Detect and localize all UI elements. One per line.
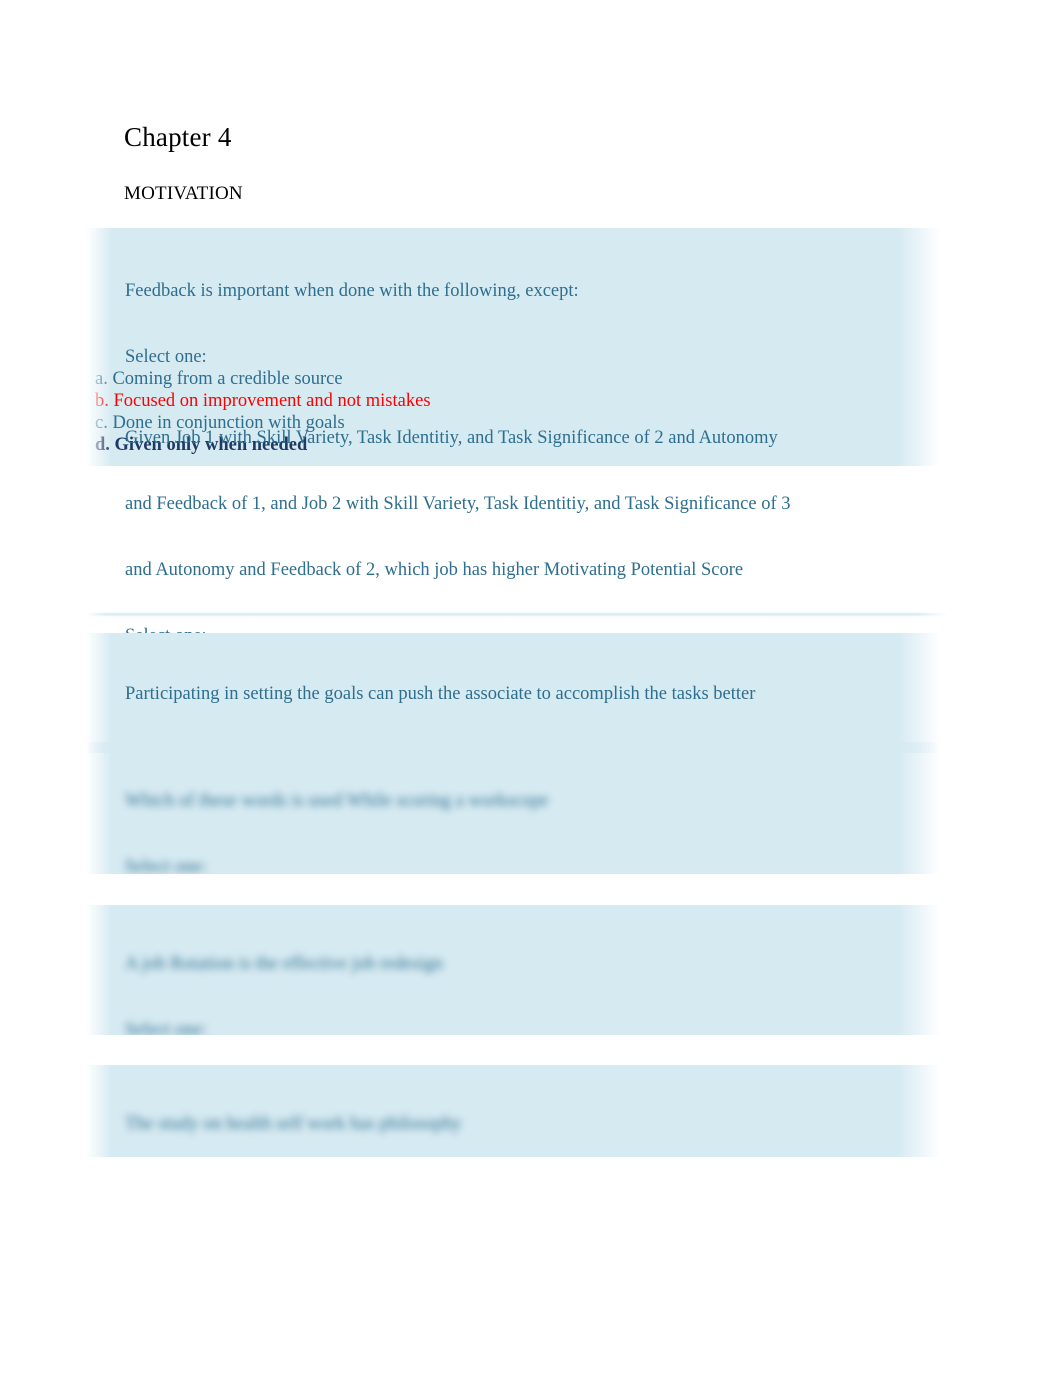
question-block-5: A job Rotation is the effective job rede…	[86, 905, 940, 1128]
question-stem-3: Participating in setting the goals can p…	[86, 639, 940, 749]
options-list-6: a. True b. False	[86, 1201, 940, 1245]
question-stem-line: Feedback is important when done with the…	[125, 281, 579, 301]
question-stem-line: A job Rotation is the effective job rede…	[125, 954, 443, 974]
question-stem-line: Which of these words is used While scori…	[125, 791, 549, 811]
question-stem-4: Which of these words is used While scori…	[86, 746, 940, 856]
select-one-label-6: Select one:	[125, 1180, 207, 1200]
question-stem-1: Feedback is important when done with the…	[86, 236, 940, 346]
question-stem-line: The study on health self work has philos…	[125, 1114, 462, 1134]
question-block-2: Given Job 1 with Skill Variety, Task Ide…	[86, 383, 940, 647]
question-block-4: Which of these words is used While scori…	[86, 742, 940, 965]
question-block-3: Participating in setting the goals can p…	[86, 633, 940, 814]
select-one-label-1: Select one:	[125, 347, 207, 367]
option-a[interactable]: a. Job Design	[95, 1041, 940, 1063]
page-subtitle: MOTIVATION	[124, 183, 243, 204]
select-one-label-5: Select one:	[125, 1020, 207, 1040]
section-divider	[86, 612, 948, 617]
page-title: Chapter 4	[124, 122, 232, 152]
question-stem-6: The study on health self work has philos…	[86, 1069, 940, 1179]
question-block-6: The study on health self work has philos…	[86, 1065, 940, 1244]
document-page: Chapter 4 MOTIVATION Feedback is importa…	[0, 0, 1062, 1377]
option-a[interactable]: a. Goal Setting Theory	[95, 878, 940, 900]
question-stem-2: Given Job 1 with Skill Variety, Task Ide…	[86, 383, 940, 625]
question-stem-line: and Autonomy and Feedback of 2, which jo…	[125, 560, 744, 580]
question-stem-line: Given Job 1 with Skill Variety, Task Ide…	[125, 428, 778, 448]
question-stem-5: A job Rotation is the effective job rede…	[86, 909, 940, 1019]
option-a[interactable]: a. True	[95, 1201, 940, 1223]
select-one-label-4: Select one:	[125, 857, 207, 877]
question-stem-line: and Feedback of 1, and Job 2 with Skill …	[125, 494, 791, 514]
option-b[interactable]: b. False	[95, 1223, 940, 1245]
question-stem-line: Participating in setting the goals can p…	[125, 684, 756, 704]
